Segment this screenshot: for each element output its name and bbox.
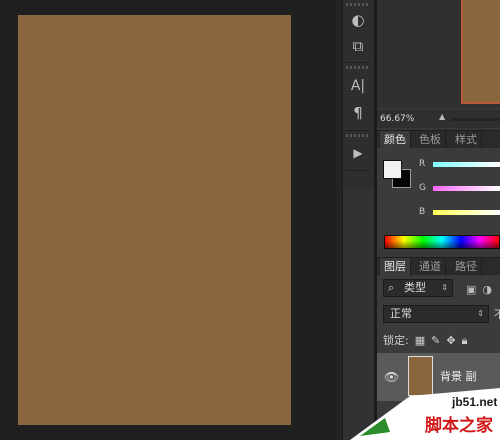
zoom-slider[interactable] <box>451 118 500 121</box>
adjustments-icon[interactable]: ◐ <box>346 9 370 31</box>
panel-grip[interactable] <box>346 3 370 6</box>
visibility-eye-icon[interactable]: 👁︎ <box>384 370 399 384</box>
tab-layers[interactable]: 图层 <box>380 258 411 276</box>
lock-position-icon[interactable]: ✥ <box>446 332 455 350</box>
lock-transparent-pixels-icon[interactable]: ▦ <box>415 332 425 350</box>
channel-label-b: B <box>419 207 426 217</box>
blend-mode-value: 正常 <box>390 307 412 320</box>
updown-arrows-icon: ⇕ <box>441 283 448 292</box>
adjustment-filter-icon[interactable]: ◑ <box>482 283 492 296</box>
red-channel-slider[interactable] <box>433 162 500 167</box>
channel-label-g: G <box>419 183 426 193</box>
watermark-url: jb51.net <box>452 395 498 409</box>
tab-channels[interactable]: 通道 <box>415 258 446 276</box>
zoom-value[interactable]: 66.67% <box>380 110 414 128</box>
actions-play-icon[interactable]: ▶ <box>346 142 370 164</box>
lock-image-pixels-icon[interactable]: ✎ <box>431 332 440 350</box>
strip-divider <box>346 130 370 131</box>
tab-paths[interactable]: 路径 <box>451 258 482 276</box>
search-icon: ⌕ <box>388 281 395 294</box>
layer-filter-icons: ▣ ◑ <box>466 280 500 298</box>
document-canvas[interactable] <box>18 15 291 425</box>
updown-arrows-icon: ⇕ <box>477 309 484 318</box>
blue-channel-slider[interactable] <box>433 210 500 215</box>
tab-swatches[interactable]: 色板 <box>415 131 446 149</box>
foreground-color-swatch[interactable] <box>383 160 402 179</box>
blend-mode-select[interactable]: 正常 ⇕ <box>383 305 489 323</box>
character-icon[interactable]: A| <box>346 75 370 97</box>
layers-panel-tabbar: 图层 通道 路径 <box>377 257 500 276</box>
3d-icon[interactable]: ⧉ <box>346 35 370 57</box>
zoom-out-icon[interactable]: ▲ <box>439 112 445 121</box>
lock-all-icon[interactable]: 🔒︎ <box>462 332 468 350</box>
green-channel-slider[interactable] <box>433 186 500 191</box>
color-panel-tabbar: 颜色 色板 样式 <box>377 130 500 149</box>
opacity-label: 不 <box>494 308 500 321</box>
layer-filter-select[interactable]: ⌕ 类型 ⇕ <box>383 279 453 297</box>
color-spectrum-shade <box>384 235 500 249</box>
paragraph-icon[interactable]: ¶ <box>346 102 370 124</box>
tab-styles[interactable]: 样式 <box>451 131 482 149</box>
navigator-thumbnail[interactable] <box>461 0 500 104</box>
image-filter-icon[interactable]: ▣ <box>466 283 476 296</box>
strip-divider <box>346 62 370 63</box>
channel-label-r: R <box>419 159 426 169</box>
watermark-text: 脚本之家 <box>425 416 493 436</box>
panel-grip[interactable] <box>346 66 370 69</box>
panel-grip[interactable] <box>346 134 370 137</box>
lock-row: 锁定: ▦ ✎ ✥ 🔒︎ <box>383 332 500 350</box>
layer-name[interactable]: 背景 副 <box>440 368 477 384</box>
filter-type-label: 类型 <box>404 281 426 294</box>
lock-label: 锁定: <box>383 334 409 347</box>
tab-color[interactable]: 颜色 <box>380 131 411 149</box>
strip-divider <box>346 170 370 171</box>
